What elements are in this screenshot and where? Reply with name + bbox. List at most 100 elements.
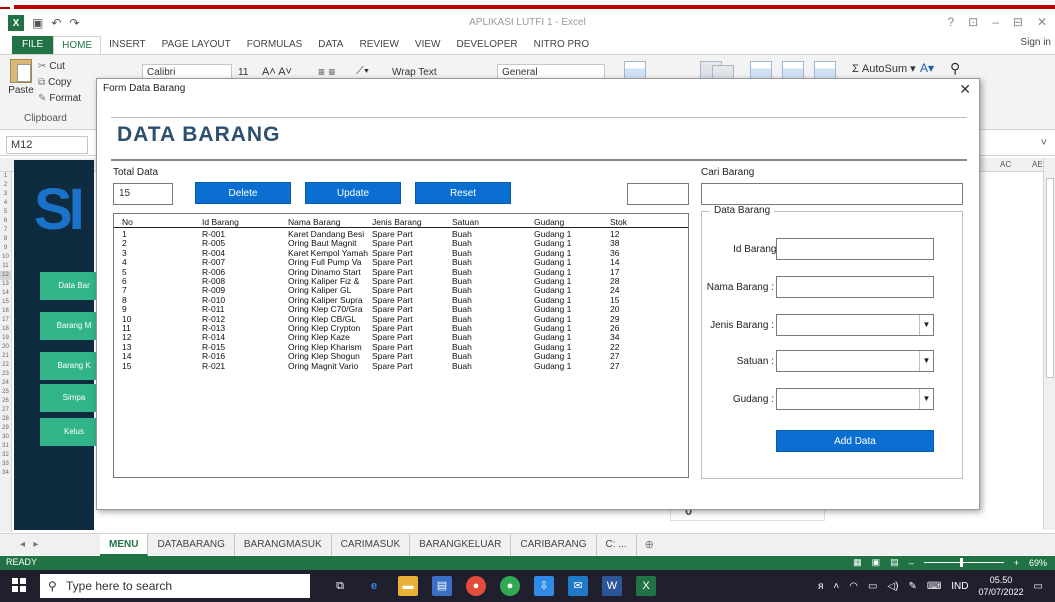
row-header[interactable]: 22: [0, 361, 11, 370]
windows-start-icon[interactable]: [12, 578, 26, 592]
row-header[interactable]: 25: [0, 388, 11, 397]
row-header[interactable]: 19: [0, 334, 11, 343]
store-icon[interactable]: ▤: [432, 576, 452, 596]
zoom-slider[interactable]: [923, 558, 1004, 567]
ribbon-display-icon[interactable]: ⊡: [968, 15, 978, 29]
tray-expand-icon[interactable]: ˄: [833, 581, 839, 592]
row-header[interactable]: 5: [0, 208, 11, 217]
volume-icon[interactable]: ◁): [887, 581, 898, 592]
list-item[interactable]: 15 R-021 Oring Magnit Vario Spare Part Buah G…: [114, 361, 688, 371]
row-header[interactable]: 2: [0, 181, 11, 190]
find-select-icon[interactable]: ⚲: [950, 60, 960, 77]
zoom-in-icon[interactable]: +: [1014, 558, 1019, 568]
tab-page-layout[interactable]: PAGE LAYOUT: [154, 36, 239, 54]
sheet-tab-more[interactable]: C: ...: [597, 533, 637, 556]
cari-barang-input[interactable]: [701, 183, 963, 205]
vertical-scrollbar[interactable]: [1043, 158, 1055, 530]
row-header[interactable]: 10: [0, 253, 11, 262]
row-header[interactable]: 31: [0, 442, 11, 451]
gudang-select[interactable]: ▼: [776, 388, 934, 410]
sheet-tab-barangkeluar[interactable]: BARANGKELUAR: [410, 533, 512, 556]
taskbar-search[interactable]: ⚲ Type here to search: [40, 574, 310, 598]
sheet-tab-carimasuk[interactable]: CARIMASUK: [332, 533, 411, 556]
copy-button[interactable]: ⧉ Copy: [38, 75, 81, 91]
chevron-down-icon[interactable]: ▼: [919, 389, 933, 409]
sheet-tab-menu[interactable]: MENU: [100, 533, 149, 556]
tab-developer[interactable]: DEVELOPER: [448, 36, 525, 54]
row-header[interactable]: 26: [0, 397, 11, 406]
language-indicator[interactable]: IND: [951, 581, 968, 592]
tab-formulas[interactable]: FORMULAS: [239, 36, 311, 54]
add-sheet-icon[interactable]: ⊕: [637, 538, 662, 551]
update-button[interactable]: Update: [305, 182, 401, 204]
tab-home[interactable]: HOME: [53, 36, 102, 54]
tab-insert[interactable]: INSERT: [101, 36, 154, 54]
page-break-view-icon[interactable]: ▤: [890, 557, 899, 568]
expand-formula-icon[interactable]: ˅: [1041, 137, 1047, 149]
row-header[interactable]: 17: [0, 316, 11, 325]
row-header[interactable]: 12: [0, 271, 11, 280]
chrome-profile-icon[interactable]: ●: [500, 576, 520, 596]
row-header[interactable]: 9: [0, 244, 11, 253]
total-data-field[interactable]: 15: [113, 183, 173, 205]
wrap-text-button[interactable]: Wrap Text: [392, 67, 437, 78]
selected-row-field[interactable]: [627, 183, 689, 205]
sort-filter-icon[interactable]: A▾: [920, 61, 934, 75]
chevron-down-icon[interactable]: ▼: [919, 315, 933, 335]
network-icon[interactable]: ◠: [849, 581, 858, 592]
people-icon[interactable]: ᴙ: [818, 581, 823, 592]
normal-view-icon[interactable]: ▦: [853, 557, 862, 568]
row-header[interactable]: 1: [0, 172, 11, 181]
row-header[interactable]: 15: [0, 298, 11, 307]
row-header[interactable]: 16: [0, 307, 11, 316]
font-grow-icon[interactable]: A˄ A˅: [262, 66, 292, 78]
zoom-level[interactable]: 69%: [1029, 558, 1047, 568]
row-header[interactable]: 7: [0, 226, 11, 235]
keyboard-icon[interactable]: ⌨: [927, 581, 941, 592]
row-header[interactable]: 32: [0, 451, 11, 460]
orientation-icon[interactable]: ⟋▾: [356, 65, 369, 78]
align-icon[interactable]: ≡ ≡: [318, 65, 335, 79]
name-box[interactable]: M12: [6, 136, 88, 154]
sheet-nav-arrows[interactable]: ◂ ▸: [0, 539, 100, 550]
row-header[interactable]: 27: [0, 406, 11, 415]
minimize-icon[interactable]: –: [992, 15, 999, 29]
tab-file[interactable]: FILE: [12, 36, 54, 54]
restore-icon[interactable]: ⊟: [1013, 15, 1023, 29]
id-barang-input[interactable]: [776, 238, 934, 260]
add-data-button[interactable]: Add Data: [776, 430, 934, 452]
row-header[interactable]: 18: [0, 325, 11, 334]
delete-button[interactable]: Delete: [195, 182, 291, 204]
reset-button[interactable]: Reset: [415, 182, 511, 204]
help-icon[interactable]: ?: [947, 15, 954, 29]
row-header[interactable]: 24: [0, 379, 11, 388]
pen-icon[interactable]: ✎: [908, 581, 916, 592]
satuan-select[interactable]: ▼: [776, 350, 934, 372]
row-header[interactable]: 28: [0, 415, 11, 424]
file-explorer-icon[interactable]: ▬: [398, 576, 418, 596]
zoom-out-icon[interactable]: –: [909, 558, 914, 568]
format-painter-button[interactable]: ✎ Format: [38, 91, 81, 107]
mail-icon[interactable]: ✉: [568, 576, 588, 596]
tab-view[interactable]: VIEW: [407, 36, 449, 54]
sign-in-link[interactable]: Sign in: [1020, 37, 1051, 48]
excel-taskbar-icon[interactable]: X: [636, 576, 656, 596]
row-header[interactable]: 30: [0, 433, 11, 442]
autosum-button[interactable]: Σ AutoSum ▾: [852, 62, 916, 75]
cut-button[interactable]: ✂ Cut: [38, 59, 81, 75]
close-icon[interactable]: ✕: [959, 81, 971, 98]
font-size-select[interactable]: 11: [238, 67, 248, 78]
row-header[interactable]: 8: [0, 235, 11, 244]
chrome-icon[interactable]: ●: [466, 576, 486, 596]
jenis-barang-select[interactable]: ▼: [776, 314, 934, 336]
sheet-tab-caribarang[interactable]: CARIBARANG: [511, 533, 597, 556]
sheet-tab-databarang[interactable]: DATABARANG: [148, 533, 235, 556]
row-header[interactable]: 20: [0, 343, 11, 352]
clock[interactable]: 05.50 07/07/2022: [979, 574, 1024, 598]
row-header[interactable]: 23: [0, 370, 11, 379]
battery-icon[interactable]: ▭: [868, 581, 877, 592]
row-header[interactable]: 3: [0, 190, 11, 199]
scroll-thumb[interactable]: [1046, 178, 1054, 378]
row-header[interactable]: 4: [0, 199, 11, 208]
row-header[interactable]: 34: [0, 469, 11, 478]
